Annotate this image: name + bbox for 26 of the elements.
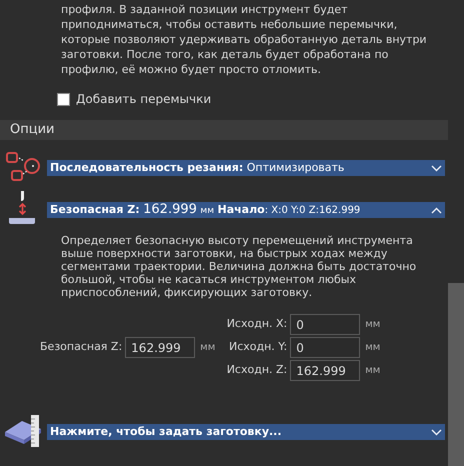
- chevron-down-icon: [431, 428, 442, 436]
- unit-label: мм: [200, 341, 216, 355]
- unit-label: мм: [365, 341, 380, 355]
- stock-block-icon: [4, 415, 42, 449]
- unit-label: мм: [365, 364, 380, 378]
- cut-order-header[interactable]: Последовательность резания: Оптимизировать: [47, 160, 445, 176]
- input-field[interactable]: 0: [290, 314, 360, 335]
- input-field[interactable]: 162.999: [290, 360, 360, 381]
- field-label: Исходн. Y:: [228, 339, 288, 356]
- input-field[interactable]: 162.999: [125, 337, 196, 358]
- nodes-icon: [6, 152, 40, 184]
- chevron-down-icon: [431, 164, 442, 172]
- section-header: Опции: [0, 120, 448, 140]
- unit-label: мм: [365, 318, 380, 332]
- checkbox[interactable]: [57, 92, 70, 106]
- safe-z-header[interactable]: Безопасная Z: 162.999 мм Начало: X:0 Y:0 Z:162.999: [47, 202, 445, 218]
- field-label: Безопасная Z:: [40, 339, 122, 356]
- field-label: Исходн. X:: [226, 316, 288, 332]
- description-text: профиля. В заданной позиции инструмент будет приподниматься, чтобы оставить небольшие перемычки, которые позволяют удерживать обработанную деталь внутри заготовки. После того, как деталь будет обработана по профилю, её можно будет просто отломить.: [61, 2, 428, 77]
- tool-height-icon: [7, 190, 37, 226]
- checkbox-label: Добавить перемычки: [76, 91, 212, 108]
- field-label: Исходн. Z:: [226, 362, 288, 378]
- safe-z-description: Определяет безопасную высоту перемещений инструмента выше поверхности заготовки, на быстрых ходах между сегментами траектории. Величина должна быть достаточно большой, чтобы не касаться инструментом любых приспособлений, фиксирующих заготовку.: [61, 234, 418, 299]
- input-field[interactable]: 0: [290, 337, 360, 358]
- stock-header[interactable]: Нажмите, чтобы задать заготовку...: [47, 424, 445, 440]
- chevron-up-icon: [431, 206, 442, 214]
